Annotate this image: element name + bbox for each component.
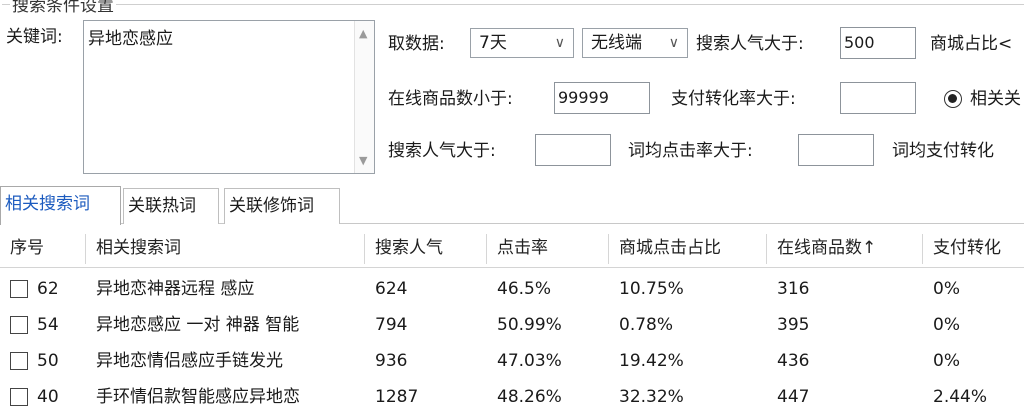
mall-ratio-label: 商城占比< (930, 34, 1013, 54)
avg-ctr-label: 词均点击率大于: (628, 141, 753, 161)
cell-pay: 0% (933, 315, 960, 335)
online-goods-input[interactable]: 99999 (554, 82, 650, 114)
cell-ctr: 47.03% (497, 351, 562, 371)
row-checkbox[interactable] (10, 316, 28, 334)
table-row[interactable]: 40 手环情侣款智能感应异地恋 1287 48.26% 32.32% 447 2… (0, 380, 1024, 407)
row-checkbox[interactable] (10, 388, 28, 406)
tab-related-search[interactable]: 相关搜索词 (0, 186, 121, 225)
cell-mall-ctr: 32.32% (619, 387, 684, 407)
cell-popularity: 794 (375, 315, 408, 335)
period-label: 取数据: (388, 34, 445, 54)
col-popularity[interactable]: 搜索人气 (365, 228, 443, 268)
cell-mall-ctr: 19.42% (619, 351, 684, 371)
row-index: 50 (37, 351, 59, 371)
row-index: 62 (37, 279, 59, 299)
popularity-input[interactable]: 500 (840, 27, 916, 59)
tab-related-hot[interactable]: 关联热词 (123, 188, 219, 224)
row-checkbox[interactable] (10, 352, 28, 370)
col-online[interactable]: 在线商品数↑ (767, 228, 876, 268)
related-radio-label: 相关关 (970, 89, 1021, 109)
period-select[interactable]: 7天 ∨ (470, 28, 574, 58)
chevron-down-icon: ∨ (668, 35, 679, 51)
cell-ctr: 50.99% (497, 315, 562, 335)
cell-ctr: 46.5% (497, 279, 552, 299)
row-index: 40 (37, 387, 59, 407)
cell-pay: 2.44% (933, 387, 988, 407)
cell-mall-ctr: 10.75% (619, 279, 684, 299)
group-title: 搜索条件设置 (10, 0, 116, 16)
keyword-value: 异地恋感应 (88, 29, 173, 49)
cell-pay: 0% (933, 279, 960, 299)
popularity-label: 搜索人气大于: (696, 34, 804, 54)
col-word[interactable]: 相关搜索词 (86, 228, 181, 268)
cell-word: 异地恋感应 一对 神器 智能 (96, 315, 300, 335)
avg-pay-label: 词均支付转化 (892, 141, 994, 161)
cell-pay: 0% (933, 351, 960, 371)
cell-online: 395 (777, 315, 810, 335)
period-value: 7天 (479, 33, 507, 53)
pay-rate-label: 支付转化率大于: (671, 89, 796, 109)
cell-online: 436 (777, 351, 810, 371)
popularity2-input[interactable] (535, 134, 611, 166)
table-row[interactable]: 62 异地恋神器远程 感应 624 46.5% 10.75% 316 0% (0, 272, 1024, 306)
cell-word: 手环情侣款智能感应异地恋 (96, 387, 300, 407)
keyword-scrollbar[interactable]: ▲ ▼ (354, 21, 374, 173)
cell-mall-ctr: 0.78% (619, 315, 674, 335)
cell-online: 447 (777, 387, 810, 407)
chevron-down-icon: ∨ (554, 35, 565, 51)
col-index[interactable]: 序号 (0, 228, 44, 268)
popularity2-label: 搜索人气大于: (388, 141, 496, 161)
col-pay[interactable]: 支付转化 (923, 228, 1001, 268)
scroll-down-icon[interactable]: ▼ (359, 154, 367, 167)
table-row[interactable]: 54 异地恋感应 一对 神器 智能 794 50.99% 0.78% 395 0… (0, 308, 1024, 342)
tab-related-modifier[interactable]: 关联修饰词 (224, 188, 340, 224)
cell-ctr: 48.26% (497, 387, 562, 407)
related-radio[interactable] (944, 90, 962, 108)
cell-online: 316 (777, 279, 810, 299)
terminal-select[interactable]: 无线端 ∨ (582, 28, 688, 58)
cell-popularity: 936 (375, 351, 408, 371)
cell-word: 异地恋神器远程 感应 (96, 279, 255, 299)
scroll-up-icon[interactable]: ▲ (359, 27, 367, 40)
row-checkbox[interactable] (10, 280, 28, 298)
cell-popularity: 1287 (375, 387, 419, 407)
row-index: 54 (37, 315, 59, 335)
pay-rate-input[interactable] (840, 82, 916, 114)
keyword-label: 关键词: (6, 27, 63, 47)
terminal-value: 无线端 (591, 33, 642, 53)
table-header: 序号 相关搜索词 搜索人气 点击率 商城点击占比 在线商品数↑ 支付转化 (0, 228, 1024, 268)
table-row[interactable]: 50 异地恋情侣感应手链发光 936 47.03% 19.42% 436 0% (0, 344, 1024, 378)
avg-ctr-input[interactable] (798, 134, 874, 166)
col-mall-ctr[interactable]: 商城点击占比 (609, 228, 721, 268)
tab-bar: 相关搜索词 关联热词 关联修饰词 (0, 186, 1024, 225)
online-goods-label: 在线商品数小于: (388, 89, 513, 109)
cell-word: 异地恋情侣感应手链发光 (96, 351, 283, 371)
cell-popularity: 624 (375, 279, 408, 299)
col-ctr[interactable]: 点击率 (487, 228, 548, 268)
keyword-textarea[interactable]: 异地恋感应 ▲ ▼ (83, 20, 375, 174)
